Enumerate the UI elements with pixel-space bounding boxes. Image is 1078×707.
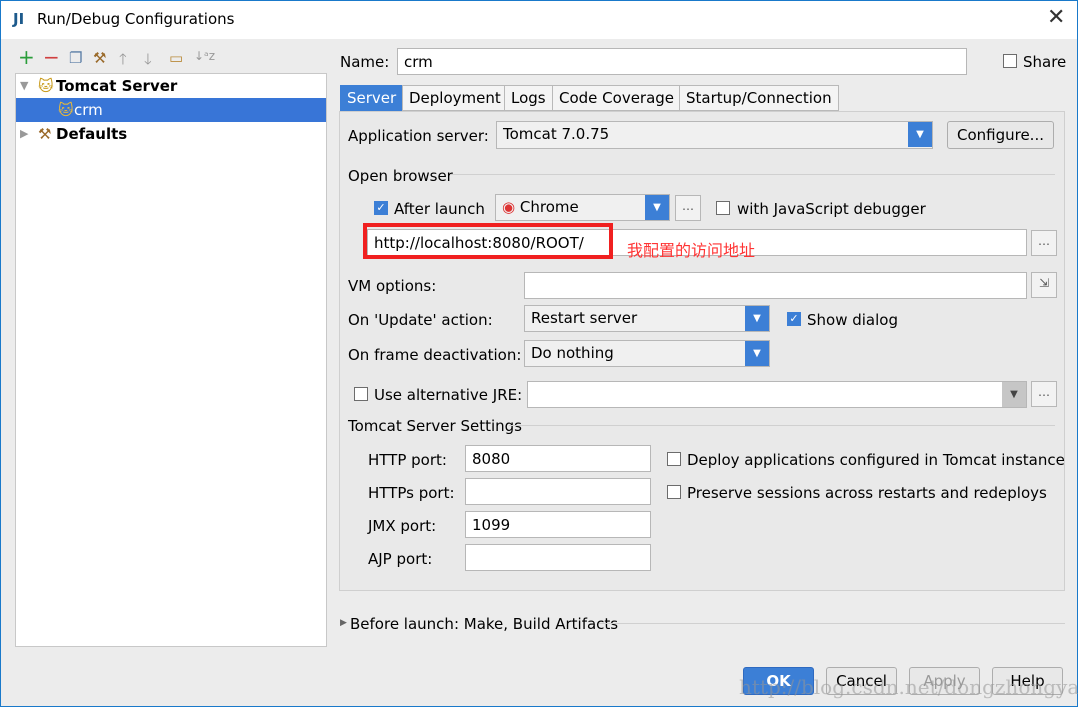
https-port-input[interactable] — [465, 478, 651, 505]
expand-arrow-icon[interactable]: ▼ — [20, 74, 28, 98]
title-bar: JI Run/Debug Configurations ✕ — [1, 1, 1077, 39]
preserve-sessions-label: Preserve sessions across restarts and re… — [687, 484, 1047, 502]
tab-server[interactable]: Server — [340, 85, 404, 111]
tomcat-icon: 🐱 — [38, 77, 54, 95]
tab-startup-connection[interactable]: Startup/Connection — [679, 85, 839, 111]
update-action-value: Restart server — [531, 309, 638, 327]
move-down-icon[interactable]: 🡓 — [144, 49, 152, 74]
window-title: Run/Debug Configurations — [37, 10, 235, 28]
http-port-label: HTTP port: — [368, 451, 447, 469]
chevron-down-icon: ▼ — [645, 195, 669, 220]
update-action-label: On 'Update' action: — [348, 311, 493, 329]
tree-label: crm — [74, 101, 103, 119]
cancel-button[interactable]: Cancel — [826, 667, 897, 695]
chrome-icon: ◉ — [502, 198, 516, 216]
tomcat-settings-label: Tomcat Server Settings — [348, 417, 522, 435]
tree-item-crm[interactable]: 🐱 crm — [16, 98, 326, 122]
update-action-select[interactable]: Restart server ▼ — [524, 305, 770, 332]
divider — [451, 174, 1055, 175]
divider — [509, 425, 1055, 426]
intellij-logo-icon: JI — [13, 10, 25, 28]
open-browser-label: Open browser — [348, 167, 453, 185]
name-label: Name: — [340, 53, 390, 71]
frame-deactivation-select[interactable]: Do nothing ▼ — [524, 340, 770, 367]
http-port-input[interactable] — [465, 445, 651, 472]
alt-jre-checkbox[interactable] — [354, 387, 368, 401]
jre-more-button[interactable]: … — [1031, 381, 1057, 407]
tree-item-tomcat-server[interactable]: ▼ 🐱 Tomcat Server — [16, 74, 326, 98]
browser-select[interactable]: ◉ Chrome ▼ — [495, 194, 670, 221]
alt-jre-select[interactable]: ▼ — [527, 381, 1027, 408]
ajp-port-label: AJP port: — [368, 550, 433, 568]
browser-value: Chrome — [519, 198, 579, 216]
annotation-text: 我配置的访问地址 — [627, 241, 756, 260]
tab-deployment[interactable]: Deployment — [402, 85, 508, 111]
folder-icon[interactable]: ▭ — [169, 49, 183, 67]
after-launch-checkbox[interactable]: ✓ — [374, 201, 388, 215]
edit-defaults-icon[interactable]: ⚒ — [93, 49, 106, 67]
vm-options-input[interactable] — [524, 272, 1027, 299]
config-tree: ▼ 🐱 Tomcat Server 🐱 crm ▶ ⚒ Defaults — [15, 73, 327, 647]
before-launch-toggle[interactable]: Before launch: Make, Build Artifacts — [350, 615, 618, 633]
ok-button[interactable]: OK — [743, 667, 814, 695]
remove-icon[interactable]: − — [43, 45, 60, 69]
jmx-port-label: JMX port: — [368, 517, 437, 535]
apply-button[interactable]: Apply — [909, 667, 980, 695]
run-debug-dialog: JI Run/Debug Configurations ✕ + − ❐ ⚒ 🡑 … — [0, 0, 1078, 707]
frame-deactivation-value: Do nothing — [531, 344, 614, 362]
deploy-apps-label: Deploy applications configured in Tomcat… — [687, 451, 1065, 469]
alt-jre-label: Use alternative JRE: — [374, 386, 523, 404]
tab-code-coverage[interactable]: Code Coverage — [552, 85, 682, 111]
url-more-button[interactable]: … — [1031, 230, 1057, 256]
expand-icon[interactable]: ⇲ — [1031, 272, 1057, 298]
move-up-icon[interactable]: 🡑 — [119, 49, 127, 74]
tomcat-icon: 🐱 — [58, 101, 74, 119]
frame-deactivation-label: On frame deactivation: — [348, 346, 522, 364]
app-server-label: Application server: — [348, 127, 489, 145]
chevron-down-icon: ▼ — [745, 306, 769, 331]
configure-button[interactable]: Configure... — [947, 121, 1054, 149]
tab-logs[interactable]: Logs — [504, 85, 553, 111]
chevron-down-icon: ▼ — [1002, 382, 1026, 407]
name-input[interactable] — [397, 48, 967, 75]
preserve-sessions-checkbox[interactable] — [667, 485, 681, 499]
share-label: Share — [1023, 53, 1067, 71]
show-dialog-checkbox[interactable]: ✓ — [787, 312, 801, 326]
vm-options-label: VM options: — [348, 277, 437, 295]
app-server-select[interactable]: Tomcat 7.0.75 ▼ — [496, 121, 933, 149]
divider — [599, 623, 1065, 624]
close-icon[interactable]: ✕ — [1047, 5, 1065, 30]
add-icon[interactable]: + — [18, 45, 35, 69]
sort-icon[interactable]: ↓ᵃz — [194, 49, 215, 63]
copy-icon[interactable]: ❐ — [69, 49, 82, 67]
ajp-port-input[interactable] — [465, 544, 651, 571]
chevron-down-icon: ▼ — [908, 122, 932, 147]
tree-label: Defaults — [56, 125, 128, 143]
highlight-box — [363, 223, 613, 259]
tree-label: Tomcat Server — [56, 77, 178, 95]
js-debugger-label: with JavaScript debugger — [737, 200, 926, 218]
app-server-value: Tomcat 7.0.75 — [503, 125, 610, 143]
browser-more-button[interactable]: … — [675, 195, 701, 221]
deploy-apps-checkbox[interactable] — [667, 452, 681, 466]
wrench-icon: ⚒ — [38, 125, 52, 143]
after-launch-label: After launch — [394, 200, 485, 218]
expand-arrow-icon[interactable]: ▶ — [340, 618, 347, 628]
jmx-port-input[interactable] — [465, 511, 651, 538]
share-checkbox[interactable] — [1003, 54, 1017, 68]
chevron-down-icon: ▼ — [745, 341, 769, 366]
show-dialog-label: Show dialog — [807, 311, 898, 329]
js-debugger-checkbox[interactable] — [716, 201, 730, 215]
help-button[interactable]: Help — [992, 667, 1063, 695]
https-port-label: HTTPs port: — [368, 484, 455, 502]
collapse-arrow-icon[interactable]: ▶ — [20, 122, 28, 146]
tree-item-defaults[interactable]: ▶ ⚒ Defaults — [16, 122, 326, 146]
